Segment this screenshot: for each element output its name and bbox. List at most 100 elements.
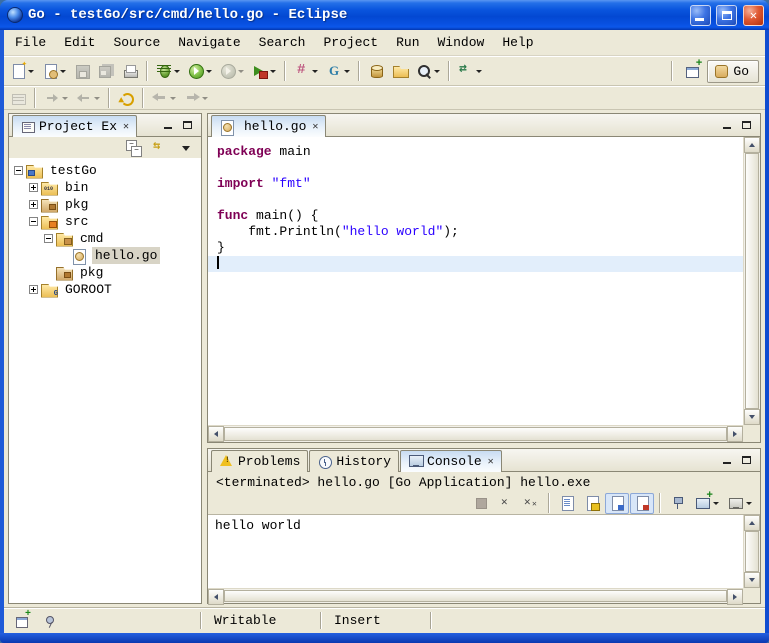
last-edit-location-button[interactable] xyxy=(114,86,138,110)
code-line-7[interactable]: } xyxy=(208,240,743,256)
tree-item-goroot[interactable]: GOROOT xyxy=(9,281,201,298)
search-button[interactable] xyxy=(412,59,444,83)
link-with-editor-button[interactable] xyxy=(148,138,172,158)
maximize-view-button[interactable] xyxy=(179,117,196,132)
team-sync-button[interactable] xyxy=(454,59,486,83)
collapse-all-button[interactable] xyxy=(122,138,146,158)
pin-button[interactable] xyxy=(38,610,62,632)
minimize-window-button[interactable] xyxy=(690,5,711,26)
scroll-left-button[interactable] xyxy=(208,589,224,605)
show-stderr-button[interactable] xyxy=(630,493,654,514)
maximize-console-button[interactable] xyxy=(738,452,755,467)
expander-minus-icon[interactable] xyxy=(14,166,23,175)
expander-plus-icon[interactable] xyxy=(29,183,38,192)
code-line-3[interactable]: import "fmt" xyxy=(208,176,743,192)
menu-navigate[interactable]: Navigate xyxy=(169,32,249,53)
tree-item-testgo[interactable]: testGo xyxy=(9,162,201,179)
scroll-up-button[interactable] xyxy=(744,515,760,531)
minimize-view-button[interactable] xyxy=(159,117,176,132)
go-perspective-button[interactable]: Go xyxy=(707,60,759,83)
mark-occurrences-button[interactable] xyxy=(6,86,30,110)
code-line-4[interactable] xyxy=(208,192,743,208)
scroll-right-button[interactable] xyxy=(727,589,743,605)
debug-button[interactable] xyxy=(152,59,184,83)
open-jar-button[interactable] xyxy=(364,59,388,83)
menu-project[interactable]: Project xyxy=(314,32,387,53)
scrollbar-thumb[interactable] xyxy=(745,153,759,409)
close-view-icon[interactable]: ✕ xyxy=(488,456,494,468)
tree-item-hello-go[interactable]: hello.go xyxy=(9,247,201,264)
show-stdout-button[interactable] xyxy=(605,493,629,514)
close-view-icon[interactable]: ✕ xyxy=(123,121,129,133)
menu-run[interactable]: Run xyxy=(387,32,428,53)
tab-problems[interactable]: Problems xyxy=(211,450,308,472)
close-window-button[interactable] xyxy=(743,5,764,26)
print-button[interactable] xyxy=(118,59,142,83)
tree-item-bin[interactable]: bin xyxy=(9,179,201,196)
tree-item-pkg[interactable]: pkg xyxy=(9,264,201,281)
minimize-console-button[interactable] xyxy=(718,452,735,467)
expander-plus-icon[interactable] xyxy=(29,285,38,294)
code-area[interactable]: package mainimport "fmt"func main() { fm… xyxy=(208,137,743,425)
tab-console[interactable]: Console✕ xyxy=(400,450,502,472)
menu-search[interactable]: Search xyxy=(250,32,315,53)
expander-plus-icon[interactable] xyxy=(29,200,38,209)
new-wizard-button[interactable] xyxy=(6,59,38,83)
remove-all-terminated-button[interactable] xyxy=(519,493,543,514)
scrollbar-track[interactable] xyxy=(744,531,760,572)
scrollbar-thumb[interactable] xyxy=(224,590,727,602)
code-line-2[interactable] xyxy=(208,160,743,176)
menu-file[interactable]: File xyxy=(6,32,55,53)
scrollbar-track[interactable] xyxy=(744,153,760,409)
view-menu-button[interactable] xyxy=(174,138,198,158)
go-build-button[interactable] xyxy=(290,59,322,83)
console-vertical-scrollbar[interactable] xyxy=(743,515,760,588)
console-output-area[interactable]: hello world xyxy=(208,514,760,603)
close-editor-icon[interactable]: ✕ xyxy=(312,121,318,133)
new-go-element-button[interactable] xyxy=(38,59,70,83)
save-button[interactable] xyxy=(70,59,94,83)
scroll-up-button[interactable] xyxy=(744,137,760,153)
scroll-down-button[interactable] xyxy=(744,409,760,425)
remove-launch-button[interactable] xyxy=(494,493,518,514)
tab-hello-go[interactable]: hello.go ✕ xyxy=(211,115,326,137)
open-console-button[interactable] xyxy=(691,493,723,514)
open-perspective-button[interactable] xyxy=(680,59,704,83)
titlebar[interactable]: Go - testGo/src/cmd/hello.go - Eclipse xyxy=(0,0,769,30)
code-line-6[interactable]: fmt.Println("hello world"); xyxy=(208,224,743,240)
scrollbar-track[interactable] xyxy=(224,589,727,603)
tab-history[interactable]: History xyxy=(309,450,399,472)
maximize-window-button[interactable] xyxy=(716,5,737,26)
scroll-left-button[interactable] xyxy=(208,426,224,442)
run-button[interactable] xyxy=(184,59,216,83)
save-all-button[interactable] xyxy=(94,59,118,83)
back-button[interactable] xyxy=(148,86,180,110)
pin-console-button[interactable] xyxy=(666,493,690,514)
display-console-button[interactable] xyxy=(724,493,756,514)
scrollbar-track[interactable] xyxy=(224,426,727,442)
tree-item-src[interactable]: src xyxy=(9,213,201,230)
editor-horizontal-scrollbar[interactable] xyxy=(208,425,743,442)
maximize-editor-button[interactable] xyxy=(738,117,755,132)
scroll-lock-button[interactable] xyxy=(580,493,604,514)
open-folder-button[interactable] xyxy=(388,59,412,83)
run-history-button[interactable] xyxy=(216,59,248,83)
tab-project-explorer[interactable]: Project Ex ✕ xyxy=(12,115,137,137)
scroll-right-button[interactable] xyxy=(727,426,743,442)
menu-window[interactable]: Window xyxy=(429,32,494,53)
next-annotation-button[interactable] xyxy=(40,86,72,110)
terminate-button[interactable] xyxy=(469,493,493,514)
fast-view-button[interactable] xyxy=(10,610,34,632)
editor-vertical-scrollbar[interactable] xyxy=(743,137,760,425)
code-line-5[interactable]: func main() { xyxy=(208,208,743,224)
code-line-8[interactable] xyxy=(208,256,743,272)
prev-annotation-button[interactable] xyxy=(72,86,104,110)
minimize-editor-button[interactable] xyxy=(718,117,735,132)
menu-source[interactable]: Source xyxy=(104,32,169,53)
expander-minus-icon[interactable] xyxy=(29,217,38,226)
expander-minus-icon[interactable] xyxy=(44,234,53,243)
external-tools-button[interactable] xyxy=(248,59,280,83)
scroll-down-button[interactable] xyxy=(744,572,760,588)
clear-console-button[interactable] xyxy=(555,493,579,514)
menu-help[interactable]: Help xyxy=(493,32,542,53)
